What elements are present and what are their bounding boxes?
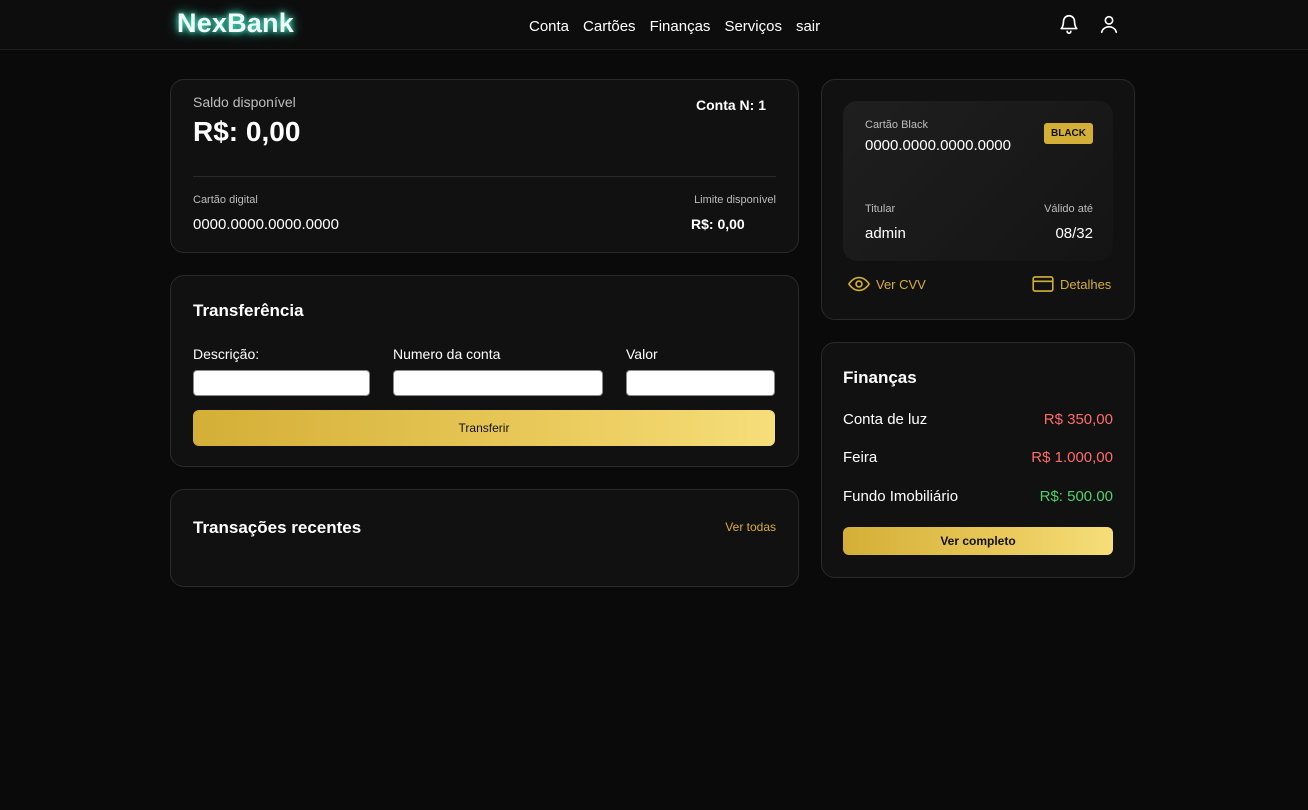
account-number: Conta N: 1 bbox=[696, 97, 766, 113]
limit-value: R$: 0,00 bbox=[691, 216, 745, 232]
nav-item-servicos[interactable]: Serviços bbox=[724, 18, 782, 35]
transactions-title: Transações recentes bbox=[193, 518, 362, 537]
view-full-button[interactable]: Ver completo bbox=[843, 527, 1113, 555]
nav-item-cartoes[interactable]: Cartões bbox=[583, 18, 636, 35]
balance-label: Saldo disponível bbox=[193, 94, 296, 110]
user-icon[interactable] bbox=[1098, 13, 1120, 35]
brand-logo[interactable]: NexBank bbox=[177, 8, 294, 39]
details-label: Detalhes bbox=[1060, 276, 1112, 292]
finance-item-name: Conta de luz bbox=[843, 411, 928, 428]
finance-item: Feira R$ 1.000,00 bbox=[843, 449, 1113, 469]
finance-item-amount: R$ 1.000,00 bbox=[1031, 449, 1113, 466]
account-number-input[interactable] bbox=[393, 370, 603, 396]
card-type-label: Cartão Black bbox=[865, 119, 928, 131]
description-label: Descrição: bbox=[193, 346, 260, 362]
finances-panel: Finanças Conta de luz R$ 350,00 Feira R$… bbox=[821, 342, 1135, 578]
view-cvv-label: Ver CVV bbox=[876, 276, 926, 292]
finance-item-amount: R$ 350,00 bbox=[1043, 411, 1113, 428]
details-button[interactable]: Detalhes bbox=[1032, 276, 1111, 292]
recent-transactions-card: Transações recentes Ver todas bbox=[170, 489, 799, 587]
card-tier-badge: BLACK bbox=[1044, 123, 1093, 144]
balance-card: Saldo disponível R$: 0,00 Conta N: 1 Car… bbox=[170, 79, 799, 253]
see-all-link[interactable]: Ver todas bbox=[725, 520, 776, 534]
account-number-label: Numero da conta bbox=[393, 346, 501, 362]
divider bbox=[193, 176, 776, 177]
card-expiry-label: Válido até bbox=[1044, 203, 1093, 215]
credit-card-icon bbox=[1032, 276, 1054, 292]
digital-card-label: Cartão digital bbox=[193, 194, 258, 206]
balance-value: R$: 0,00 bbox=[193, 116, 301, 147]
nav-item-sair[interactable]: sair bbox=[796, 18, 820, 35]
card-holder-name: admin bbox=[865, 225, 906, 242]
card-expiry-value: 08/32 bbox=[1055, 225, 1093, 242]
nav-item-financas[interactable]: Finanças bbox=[650, 18, 711, 35]
limit-label: Limite disponível bbox=[694, 194, 776, 206]
finance-item-name: Feira bbox=[843, 449, 878, 466]
bell-icon[interactable] bbox=[1058, 13, 1080, 35]
amount-input[interactable] bbox=[626, 370, 775, 396]
transfer-title: Transferência bbox=[193, 301, 304, 320]
finance-item: Fundo Imobiliário R$: 500.00 bbox=[843, 488, 1113, 508]
description-input[interactable] bbox=[193, 370, 370, 396]
card-number: 0000.0000.0000.0000 bbox=[865, 137, 1011, 154]
nav-item-conta[interactable]: Conta bbox=[529, 18, 569, 35]
card-holder-label: Titular bbox=[865, 203, 896, 215]
eye-icon bbox=[848, 276, 870, 292]
finance-item-amount: R$: 500.00 bbox=[1039, 488, 1113, 505]
amount-label: Valor bbox=[626, 346, 658, 362]
credit-card[interactable]: Cartão Black 0000.0000.0000.0000 BLACK T… bbox=[843, 101, 1113, 261]
view-cvv-button[interactable]: Ver CVV bbox=[848, 276, 926, 292]
main-nav: Conta Cartões Finanças Serviços sair bbox=[529, 18, 834, 35]
transfer-card: Transferência Descrição: Numero da conta… bbox=[170, 275, 799, 467]
digital-card-number: 0000.0000.0000.0000 bbox=[193, 216, 339, 233]
top-navigation-bar: NexBank Conta Cartões Finanças Serviços … bbox=[0, 0, 1308, 50]
transfer-button[interactable]: Transferir bbox=[193, 410, 775, 446]
finances-title: Finanças bbox=[843, 368, 917, 387]
finance-item: Conta de luz R$ 350,00 bbox=[843, 411, 1113, 431]
finance-item-name: Fundo Imobiliário bbox=[843, 488, 959, 505]
credit-card-panel: Cartão Black 0000.0000.0000.0000 BLACK T… bbox=[821, 79, 1135, 320]
